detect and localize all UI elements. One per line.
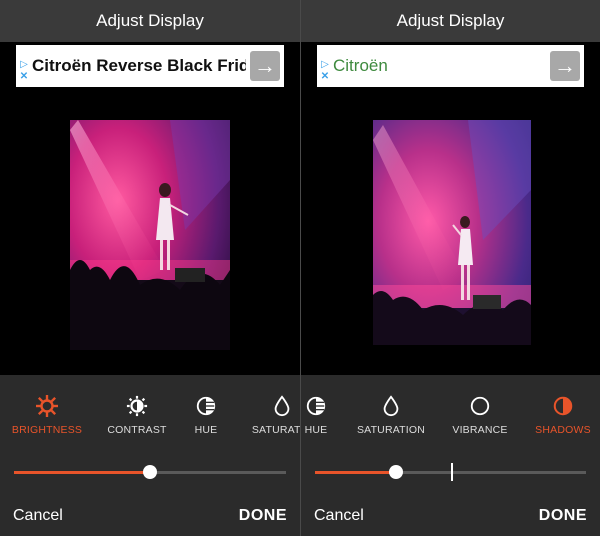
adjust-slider[interactable] bbox=[14, 465, 286, 479]
photo-preview-area bbox=[0, 90, 300, 375]
done-button[interactable]: DONE bbox=[539, 507, 587, 525]
tool-brightness[interactable]: BRIGHTNESS bbox=[7, 394, 87, 436]
concert-photo bbox=[373, 120, 531, 345]
adjust-controls: BRIGHTNESS CONTRAST HUE SATURAT Cancel D… bbox=[0, 375, 300, 536]
hue-icon bbox=[166, 395, 246, 421]
tool-label: SATURATION bbox=[356, 424, 426, 436]
ad-choices-icon[interactable]: ▷ ✕ bbox=[319, 59, 331, 85]
cancel-button[interactable]: Cancel bbox=[314, 507, 364, 525]
slider-fill bbox=[315, 471, 397, 474]
photo-preview-area bbox=[301, 90, 600, 375]
left-screen: Adjust Display ▷ ✕ Citroën Reverse Black … bbox=[0, 0, 300, 536]
tool-label: HUE bbox=[194, 424, 218, 436]
tool-label: BRIGHTNESS bbox=[11, 424, 83, 436]
concert-photo bbox=[70, 120, 230, 350]
tool-label: HUE bbox=[304, 424, 328, 436]
right-screen: Adjust Display ▷ ✕ Citroën → HUE SATURAT… bbox=[301, 0, 600, 536]
slider-thumb[interactable] bbox=[143, 465, 157, 479]
tool-hue[interactable]: HUE bbox=[301, 395, 356, 436]
adjust-slider[interactable] bbox=[315, 463, 586, 481]
slider-center-mark bbox=[451, 463, 453, 481]
tool-label: VIBRANCE bbox=[452, 424, 508, 436]
ad-choices-icon[interactable]: ▷ ✕ bbox=[18, 59, 30, 85]
tool-saturation[interactable]: SATURATIO bbox=[242, 395, 300, 436]
screen-title: Adjust Display bbox=[0, 0, 300, 42]
tool-strip: HUE SATURATION VIBRANCE SHADOWS bbox=[301, 395, 600, 445]
tool-label: SATURATIO bbox=[251, 424, 300, 436]
circle-icon bbox=[440, 395, 520, 421]
slider-thumb[interactable] bbox=[389, 465, 404, 479]
cancel-button[interactable]: Cancel bbox=[13, 507, 63, 525]
done-button[interactable]: DONE bbox=[239, 507, 287, 525]
sun-icon bbox=[7, 394, 87, 421]
screen-title: Adjust Display bbox=[301, 0, 600, 42]
drop-icon bbox=[242, 395, 300, 421]
tool-vibrance[interactable]: VIBRANCE bbox=[440, 395, 520, 436]
contrast-icon bbox=[97, 395, 177, 421]
ad-banner[interactable]: ▷ ✕ Citroën → bbox=[317, 45, 584, 87]
tool-hue[interactable]: HUE bbox=[166, 395, 246, 436]
half-circle-icon bbox=[523, 395, 600, 421]
tool-shadows[interactable]: SHADOWS bbox=[523, 395, 600, 436]
hue-icon bbox=[301, 395, 356, 421]
tool-contrast[interactable]: CONTRAST bbox=[97, 395, 177, 436]
adjust-controls: HUE SATURATION VIBRANCE SHADOWS Cancel D… bbox=[301, 375, 600, 536]
ad-banner[interactable]: ▷ ✕ Citroën Reverse Black Frida → bbox=[16, 45, 284, 87]
ad-text[interactable]: Citroën bbox=[333, 45, 546, 87]
arrow-right-icon[interactable]: → bbox=[550, 51, 580, 81]
slider-fill bbox=[14, 471, 150, 474]
drop-icon bbox=[351, 395, 431, 421]
tool-label: SHADOWS bbox=[535, 424, 591, 436]
tool-strip: BRIGHTNESS CONTRAST HUE SATURAT bbox=[0, 394, 300, 445]
arrow-right-icon[interactable]: → bbox=[250, 51, 280, 81]
ad-text[interactable]: Citroën Reverse Black Frida bbox=[32, 45, 246, 87]
tool-label: CONTRAST bbox=[107, 424, 167, 436]
tool-saturation[interactable]: SATURATION bbox=[351, 395, 431, 436]
